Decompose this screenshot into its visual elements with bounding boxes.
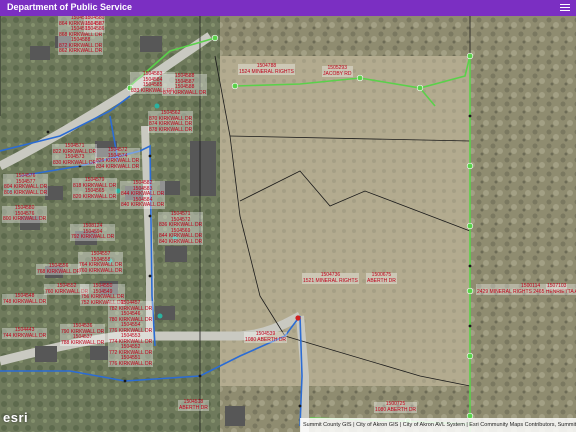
parcel-label: 1504443 744 KIRKWALL DR — [2, 327, 48, 339]
app-title: Department of Public Service — [7, 2, 133, 12]
parcel-label: 1504562 870 KIRKWALL DR 874 KIRKWALL DR … — [148, 110, 194, 133]
parcel-label: 1504548 748 KIRKWALL DR — [2, 293, 48, 305]
esri-logo: esri — [3, 410, 29, 425]
parcel-label: 1504788 1524 MINERAL RIGHTS — [238, 63, 295, 75]
parcel-label: 1500725 1080 ABERTH DR — [374, 401, 418, 413]
parcel-label: 1507103 — [546, 283, 568, 290]
parcel-label: 1504582 1504583 844 KIRKWALL DR 1504584 … — [120, 180, 166, 209]
parcel-label: 1504556 768 KIRKWALL DR — [36, 263, 82, 275]
parcel-label: 1500675 ABERTH DR — [366, 272, 397, 284]
parcel-label: 1504576 1504577 804 KIRKWALL DR 808 KIRK… — [3, 173, 49, 196]
parcel-label: 1505293 JACOBY RD — [322, 65, 353, 77]
parcel-label: 1504580 1504587 1504586 — [84, 16, 106, 33]
parcel-label: 1504580 1504576 800 KIRKWALL DR — [2, 205, 48, 223]
map-attribution: Summit County GIS | City of Akron GIS | … — [300, 418, 576, 432]
app-header: Department of Public Service — [0, 0, 576, 16]
parcel-label: 1504588 1504587 1504588 870 KIRKWALL DR — [162, 73, 208, 96]
parcel-label: 1504736 1521 MINERAL RIGHTS — [302, 272, 359, 284]
parcel-label: 1504579 818 KIRKWALL DR 1504565 820 KIRK… — [72, 177, 118, 200]
map-view[interactable]: 1504580 864 KIRKWALL DR 1504589 868 KIRK… — [0, 16, 576, 432]
parcel-label: 1508124 1504594 792 KIRKWALL DR — [70, 223, 116, 241]
parcel-label: 1504536 790 KIRKWALL DR 1504537 788 KIRK… — [60, 323, 106, 346]
selected-marker[interactable] — [295, 315, 301, 321]
parcel-label: 1504457 782 KIRKWALL DR 1504546 780 KIRK… — [108, 300, 154, 367]
parcel-label: 1504572 1504574 826 KIRKWALL DR 834 KIRK… — [95, 147, 141, 170]
parcel-label: 1504571 822 KIRKWALL DR 1504573 830 KIRK… — [52, 143, 98, 166]
parcel-label: 1504518 ABERTH DR — [178, 399, 209, 411]
parcel-label: 1504539 1080 ABERTH DR — [244, 331, 288, 343]
parcel-label: 1504557 1504558 764 KIRKWALL DR 760 KIRK… — [78, 251, 124, 274]
parcel-label: 1504571 1504572 836 KIRKWALL DR 1504569 … — [158, 211, 204, 245]
hamburger-menu-icon[interactable] — [560, 2, 570, 12]
